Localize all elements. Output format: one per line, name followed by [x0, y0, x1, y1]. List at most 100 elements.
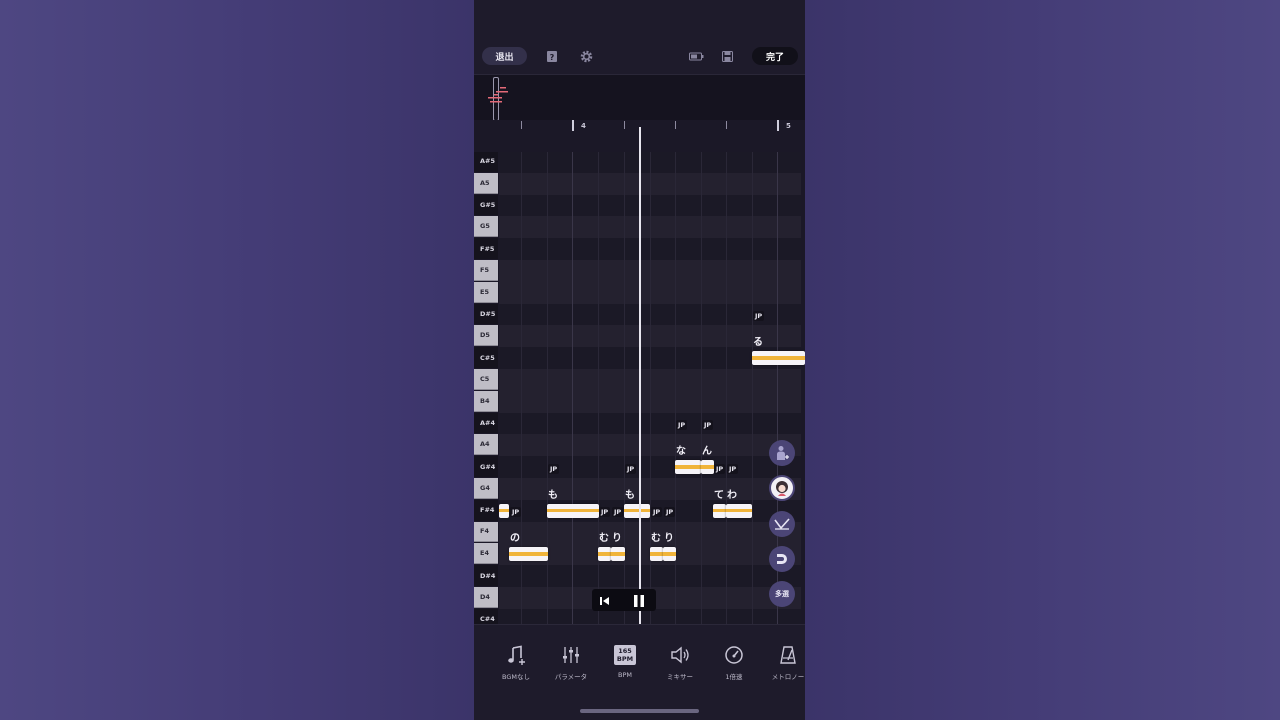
piano-key[interactable]: E5 — [474, 281, 498, 303]
save-icon[interactable] — [719, 48, 735, 64]
ruler-tick — [521, 121, 522, 129]
note-language-badge: JP — [510, 507, 522, 518]
note-block[interactable] — [726, 503, 752, 518]
note-lyric[interactable]: わ — [727, 486, 738, 501]
app-screen: 退出 ? 完了 4 5 A#5 A5 G#5 G5 F#5 F5 E5 D#5 … — [474, 0, 805, 720]
mixer-tool[interactable]: ミキサー — [654, 643, 706, 681]
note-language-badge: JP — [753, 311, 765, 322]
piano-key[interactable]: A5 — [474, 172, 498, 194]
piano-key[interactable]: A4 — [474, 434, 498, 456]
tool-label: パラメータ — [554, 673, 588, 681]
svg-text:?: ? — [550, 53, 555, 62]
piano-key[interactable]: F#5 — [474, 238, 498, 259]
piano-key[interactable]: G#5 — [474, 194, 498, 216]
note-lyric[interactable]: る — [753, 333, 764, 348]
home-indicator — [580, 709, 699, 713]
piano-key[interactable]: G4 — [474, 478, 498, 499]
note-language-badge: JP — [625, 463, 637, 474]
bgm-tool[interactable]: BGMなし — [490, 643, 542, 681]
note-block[interactable] — [509, 547, 548, 562]
tool-label: BPM — [618, 671, 632, 679]
ruler-bar-label: 4 — [581, 122, 586, 130]
piano-key[interactable]: E4 — [474, 543, 498, 565]
beat-grid-line — [701, 152, 702, 624]
pitch-curve-icon[interactable] — [769, 511, 795, 537]
piano-key[interactable]: D5 — [474, 325, 498, 347]
piano-key[interactable]: D4 — [474, 587, 498, 608]
beat-grid-line — [726, 152, 727, 624]
piano-key[interactable]: B4 — [474, 390, 498, 412]
skip-back-icon[interactable] — [598, 593, 612, 607]
piano-key[interactable]: G5 — [474, 216, 498, 238]
note-block[interactable] — [598, 547, 611, 562]
piano-key[interactable]: D#4 — [474, 565, 498, 586]
note-lyric[interactable]: な — [676, 442, 687, 457]
note-lyric[interactable]: り — [664, 529, 675, 544]
parameter-tool[interactable]: パラメータ — [545, 643, 597, 681]
note-lyric[interactable]: も — [548, 486, 559, 501]
piano-key[interactable]: C5 — [474, 369, 498, 390]
note-block[interactable] — [663, 547, 676, 562]
gear-icon[interactable] — [578, 48, 594, 64]
note-block[interactable] — [701, 460, 714, 475]
piano-key[interactable]: F#4 — [474, 499, 498, 521]
ruler-tick — [675, 121, 676, 129]
tool-label: 1倍速 — [725, 673, 743, 681]
note-block[interactable] — [624, 503, 650, 518]
speed-tool[interactable]: 1倍速 — [708, 643, 760, 681]
note-lyric[interactable]: ん — [702, 442, 713, 457]
piano-key[interactable]: D#5 — [474, 303, 498, 325]
ruler-bar-label: 5 — [786, 122, 791, 130]
note-language-badge: JP — [676, 420, 688, 431]
singer-add-icon[interactable] — [769, 440, 795, 466]
bottom-toolbar: BGMなし パラメータ 165 BPM BPM ミキサー 1倍速 メトロノー — [474, 624, 805, 720]
note-block[interactable] — [499, 503, 509, 518]
magnet-icon[interactable] — [769, 546, 795, 572]
piano-key[interactable]: F5 — [474, 260, 498, 281]
speaker-icon — [654, 643, 706, 667]
exit-button[interactable]: 退出 — [482, 47, 527, 65]
piano-key[interactable]: G#4 — [474, 456, 498, 477]
overview-notes-thumbnail — [488, 87, 508, 103]
piano-key[interactable]: C#5 — [474, 347, 498, 368]
note-block[interactable] — [611, 547, 625, 562]
tool-label: ミキサー — [667, 673, 693, 681]
piano-key[interactable]: A#4 — [474, 412, 498, 434]
note-lyric[interactable]: む — [651, 529, 662, 544]
metronome-tool[interactable]: メトロノー — [762, 643, 805, 681]
note-block[interactable] — [547, 503, 599, 518]
tool-label: BGMなし — [502, 673, 530, 681]
done-button[interactable]: 完了 — [752, 47, 798, 65]
help-book-icon[interactable]: ? — [544, 48, 560, 64]
bpm-unit: BPM — [616, 655, 634, 663]
note-language-badge: JP — [612, 507, 624, 518]
piano-key[interactable]: F4 — [474, 521, 498, 543]
note-language-badge: JP — [548, 463, 560, 474]
note-lyric[interactable]: て — [714, 486, 725, 501]
playhead-line[interactable] — [639, 127, 641, 624]
song-overview-minimap[interactable] — [474, 74, 805, 121]
singer-avatar-icon[interactable] — [769, 475, 795, 501]
beat-grid-line — [572, 152, 573, 624]
bpm-tool[interactable]: 165 BPM BPM — [599, 643, 651, 679]
multi-select-button[interactable]: 多選 — [769, 581, 795, 607]
note-language-badge: JP — [651, 507, 663, 518]
piano-key[interactable]: C#4 — [474, 608, 498, 624]
note-block[interactable] — [675, 460, 701, 475]
note-language-badge: JP — [714, 463, 726, 474]
top-toolbar: 退出 ? 完了 — [474, 0, 805, 74]
ruler-bar-tick — [777, 120, 779, 131]
note-lyric[interactable]: も — [625, 486, 636, 501]
note-block[interactable] — [752, 351, 805, 366]
note-lyric[interactable]: り — [612, 529, 623, 544]
pause-icon[interactable] — [632, 593, 646, 607]
note-block[interactable] — [650, 547, 663, 562]
note-language-badge: JP — [702, 420, 714, 431]
note-block[interactable] — [713, 503, 726, 518]
piano-key[interactable]: A#5 — [474, 152, 498, 172]
note-lyric[interactable]: む — [599, 529, 610, 544]
ruler-tick — [726, 121, 727, 129]
beat-grid-line — [752, 152, 753, 624]
note-lyric[interactable]: の — [510, 529, 521, 544]
music-note-add-icon — [490, 643, 542, 667]
